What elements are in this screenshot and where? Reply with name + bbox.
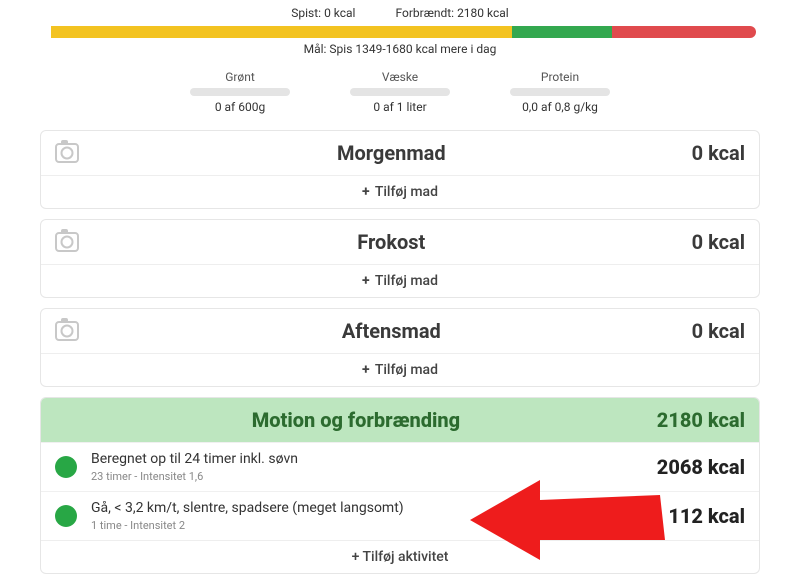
energy-progress-bar: [40, 26, 760, 38]
activity-dot-icon: [55, 505, 77, 527]
meal-title: Aftensmad: [91, 319, 692, 343]
bar-segment-red: [612, 26, 756, 38]
macro-greens[interactable]: Grønt 0 af 600g: [190, 70, 290, 114]
activity-subtext: 1 time - Intensitet 2: [91, 519, 668, 532]
activity-kcal: 112 kcal: [668, 504, 745, 528]
energy-summary: Spist: 0 kcal Forbrændt: 2180 kcal: [40, 0, 760, 20]
meal-title: Frokost: [91, 230, 692, 254]
plus-icon: +: [362, 184, 370, 200]
add-food-button[interactable]: + Tilføj mad: [41, 175, 759, 208]
macro-value: 0 af 1 liter: [350, 100, 450, 114]
plus-icon: +: [362, 273, 370, 289]
meal-header[interactable]: Morgenmad 0 kcal: [41, 131, 759, 175]
meal-card-frokost: Frokost 0 kcal + Tilføj mad: [40, 219, 760, 298]
add-food-button[interactable]: + Tilføj mad: [41, 353, 759, 386]
camera-icon[interactable]: [55, 232, 79, 252]
macro-value: 0 af 600g: [190, 100, 290, 114]
burned-value: 2180 kcal: [457, 6, 509, 20]
burned-label: Forbrændt:: [395, 6, 454, 20]
activity-subtext: 23 timer - Intensitet 1,6: [91, 470, 657, 483]
bar-segment-yellow: [51, 26, 512, 38]
eaten-label: Spist:: [291, 6, 321, 20]
exercise-row[interactable]: Gå, < 3,2 km/t, slentre, spadsere (meget…: [41, 491, 759, 540]
goal-text: Mål: Spis 1349-1680 kcal mere i dag: [40, 42, 760, 56]
add-food-label: Tilføj mad: [375, 362, 438, 378]
add-food-button[interactable]: + Tilføj mad: [41, 264, 759, 297]
activity-name: Gå, < 3,2 km/t, slentre, spadsere (meget…: [91, 500, 668, 517]
meal-kcal: 0 kcal: [692, 319, 745, 343]
add-activity-label: Tilføj aktivitet: [363, 549, 449, 565]
meal-title: Morgenmad: [91, 141, 692, 165]
exercise-total-kcal: 2180 kcal: [657, 408, 745, 432]
macro-value: 0,0 af 0,8 g/kg: [510, 100, 610, 114]
eaten-value: 0 kcal: [324, 6, 355, 20]
meal-header[interactable]: Frokost 0 kcal: [41, 220, 759, 264]
add-food-label: Tilføj mad: [375, 184, 438, 200]
meal-card-aftensmad: Aftensmad 0 kcal + Tilføj mad: [40, 308, 760, 387]
macro-bar: [350, 88, 450, 96]
macro-fluid[interactable]: Væske 0 af 1 liter: [350, 70, 450, 114]
macro-label: Væske: [350, 70, 450, 84]
bar-segment-green: [512, 26, 613, 38]
camera-icon[interactable]: [55, 143, 79, 163]
exercise-row[interactable]: Beregnet op til 24 timer inkl. søvn 23 t…: [41, 442, 759, 491]
macro-bar: [190, 88, 290, 96]
macro-trackers: Grønt 0 af 600g Væske 0 af 1 liter Prote…: [40, 70, 760, 114]
meal-card-morgenmad: Morgenmad 0 kcal + Tilføj mad: [40, 130, 760, 209]
macro-bar: [510, 88, 610, 96]
exercise-header[interactable]: Motion og forbrænding 2180 kcal: [41, 398, 759, 442]
exercise-card: Motion og forbrænding 2180 kcal Beregnet…: [40, 397, 760, 574]
plus-icon: +: [352, 549, 360, 565]
activity-dot-icon: [55, 456, 77, 478]
camera-icon[interactable]: [55, 321, 79, 341]
meal-header[interactable]: Aftensmad 0 kcal: [41, 309, 759, 353]
plus-icon: +: [362, 362, 370, 378]
exercise-title: Motion og forbrænding: [55, 408, 657, 432]
macro-label: Grønt: [190, 70, 290, 84]
macro-label: Protein: [510, 70, 610, 84]
add-activity-button[interactable]: + Tilføj aktivitet: [41, 540, 759, 573]
add-food-label: Tilføj mad: [375, 273, 438, 289]
meal-kcal: 0 kcal: [692, 141, 745, 165]
macro-protein[interactable]: Protein 0,0 af 0,8 g/kg: [510, 70, 610, 114]
meal-kcal: 0 kcal: [692, 230, 745, 254]
activity-name: Beregnet op til 24 timer inkl. søvn: [91, 451, 657, 468]
activity-kcal: 2068 kcal: [657, 455, 745, 479]
